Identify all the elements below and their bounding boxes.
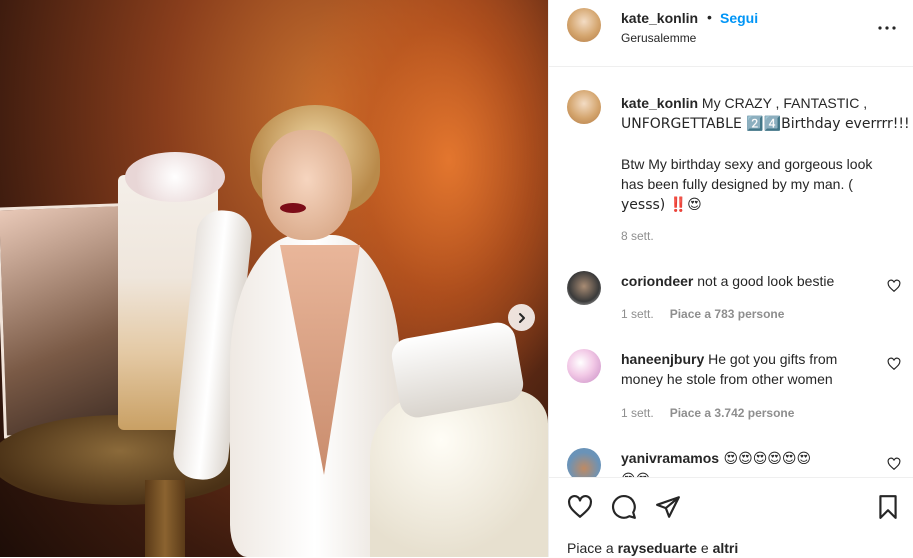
caption-avatar[interactable] [567,90,601,124]
comment-text: yanivramamos 😍😍😍😍😍😍 😍😍 [621,448,811,477]
comment-text: haneenjbury He got you gifts from money … [621,349,837,389]
likes-others[interactable]: altri [713,540,739,556]
likes-suffix: e [696,540,713,556]
comment-avatar[interactable] [567,349,601,383]
caption-line-3: Btw My birthday sexy and gorgeous look [621,156,873,172]
bookmark-icon[interactable] [875,494,901,520]
caption-line-2: UNFORGETTABLE 2️⃣4️⃣Birthday everrrr!!! [621,116,910,132]
author-username[interactable]: kate_konlin [621,10,698,26]
chevron-right-icon [518,312,525,323]
caption-line-4: has been fully designed by my man. ( [621,176,853,192]
caption-meta: 8 sett. [621,229,670,243]
comment-avatar[interactable] [567,271,601,305]
comment-line-1: not a good look bestie [693,273,835,289]
comment-username[interactable]: yanivramamos [621,450,719,466]
caption-username[interactable]: kate_konlin [621,95,698,111]
likes-summary[interactable]: Piace a rayseduarte e altri [567,540,738,556]
caption-line-1: My CRAZY , FANTASTIC , [698,95,868,111]
likes-prefix: Piace a [567,540,618,556]
next-image-button[interactable] [508,304,535,331]
comment-line-1: 😍😍😍😍😍😍 [719,451,812,467]
comment-time[interactable]: 1 sett. [621,406,654,420]
comment-meta: 1 sett. Piace a 783 persone [621,307,800,321]
comment-likes[interactable]: Piace a 3.742 persone [670,406,795,420]
header-dot-separator: • [707,9,712,25]
comment-icon[interactable] [611,494,637,520]
caption-text: kate_konlin My CRAZY , FANTASTIC , UNFOR… [621,93,910,215]
heart-icon[interactable] [567,494,593,520]
image-cake-flower [125,152,225,202]
comment-username[interactable]: haneenjbury [621,351,704,367]
image-lips [280,203,306,213]
comments-list[interactable]: kate_konlin My CRAZY , FANTASTIC , UNFOR… [549,67,913,477]
comment-line-2: money he stole from other women [621,371,833,387]
comment-time[interactable]: 1 sett. [621,307,654,321]
post-location[interactable]: Gerusalemme [621,31,696,45]
comment-text: coriondeer not a good look bestie [621,271,834,291]
comment-like-heart-icon[interactable] [887,457,901,471]
post-header: kate_konlin • Segui Gerusalemme [549,0,913,67]
comment-like-heart-icon[interactable] [887,357,901,371]
follow-button[interactable]: Segui [720,10,758,26]
image-face [262,130,352,240]
more-horizontal-icon[interactable] [875,16,899,40]
caption-line-5: yesss) ‼️😍 [621,197,702,213]
comment-meta: 1 sett. Piace a 3.742 persone [621,406,810,420]
comment-likes[interactable]: Piace a 783 persone [670,307,785,321]
comment-avatar[interactable] [567,448,601,477]
action-bar: Piace a rayseduarte e altri [549,477,913,558]
post-side-panel: kate_konlin • Segui Gerusalemme kate_kon… [548,0,913,558]
post-image[interactable] [0,0,548,557]
author-avatar[interactable] [567,8,601,42]
likes-user[interactable]: rayseduarte [618,540,697,556]
comment-username[interactable]: coriondeer [621,273,693,289]
caption-time[interactable]: 8 sett. [621,229,654,243]
image-table-leg [145,480,185,557]
image-fur-coat [370,390,548,557]
comment-line-1: He got you gifts from [704,351,838,367]
send-icon[interactable] [655,494,681,520]
comment-like-heart-icon[interactable] [887,279,901,293]
